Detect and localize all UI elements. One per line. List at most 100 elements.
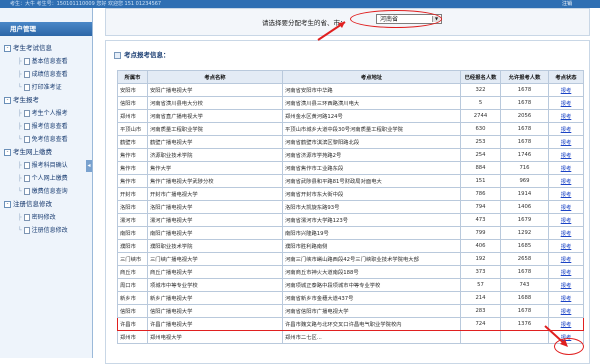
cell-city: 新乡市 (117, 291, 148, 305)
user-info-text: 考生：大牛 考生号：150101110009 您好 欢迎您 151 012345… (10, 1, 162, 7)
cell-city: 平顶山市 (117, 122, 148, 136)
cell-allowed (500, 330, 549, 344)
sidebar-item-exemption-info[interactable]: └ 免考信息查看 (4, 133, 92, 146)
sidebar-item-confirm-subjects[interactable]: ├ 报考科目确认 (4, 159, 92, 172)
sidebar-item-edit-registration[interactable]: └ 注册信息修改 (4, 224, 92, 237)
sidebar-group-label: 注册信息修改 (13, 200, 52, 208)
cell-address: 郑州金水区黄河路124号 (282, 109, 461, 123)
register-link[interactable]: 报考 (548, 161, 584, 175)
sidebar-item-registration-info[interactable]: ├ 报考信息查看 (4, 120, 92, 133)
folder-box-icon: - (4, 44, 11, 52)
table-header-row: 所属市 考点名称 考点地址 已经报名人数 允许报考人数 考点状态 (117, 70, 584, 84)
cell-address: 平顶山市城乡大道中段30号河南质量工程职业学院 (282, 122, 461, 136)
sidebar-item-scores[interactable]: ├ 成绩信息查看 (4, 68, 92, 81)
register-link[interactable]: 报考 (548, 252, 584, 266)
sidebar-item-personal-registration[interactable]: ├ 考生个人报考 (4, 107, 92, 120)
table-row: 安阳市 安阳广播电视大学 河南省安阳市中华路 322 1678 报考 (117, 83, 584, 97)
sidebar-item-label: 报考科目确认 (31, 162, 68, 169)
cell-allowed: 1746 (500, 148, 549, 162)
document-icon (23, 214, 30, 221)
register-link[interactable]: 报考 (548, 291, 584, 305)
sidebar-item-label: 注册信息修改 (31, 227, 68, 234)
register-link[interactable]: 报考 (548, 265, 584, 279)
register-link[interactable]: 报考 (548, 83, 584, 97)
table-row: 濮阳市 濮阳职业技术学院 濮阳市胜利路南侧 406 1685 报考 (117, 239, 584, 253)
sidebar-item-online-payment[interactable]: ├ 个人网上缴费 (4, 172, 92, 185)
sidebar-item-label: 成绩信息查看 (31, 71, 68, 78)
register-link[interactable]: 报考 (548, 148, 584, 162)
table-row: 南阳市 南阳广播电视大学 南阳市兴隆路19号 799 1292 报考 (117, 226, 584, 240)
sidebar-item-password[interactable]: ├ 密码修改 (4, 211, 92, 224)
sidebar-group-exam-info[interactable]: - 考生考试信息 (4, 42, 92, 55)
table-row: 洛阳市 洛阳广播电视大学 洛阳市大凯旋东路93号 794 1406 报考 (117, 200, 584, 214)
cell-city: 安阳市 (117, 83, 148, 97)
cell-registered: 724 (460, 317, 501, 331)
cell-registered: 799 (460, 226, 501, 240)
sidebar-group-payment[interactable]: - 考生网上缴费 (4, 146, 92, 159)
document-icon (23, 110, 30, 117)
collapse-toggle-icon[interactable]: ◂ (86, 160, 92, 172)
cell-allowed: 2658 (500, 252, 549, 266)
province-selector-label: 请选择要分配考生的省、市： (262, 19, 347, 27)
register-link[interactable]: 报考 (548, 226, 584, 240)
col-header-allowed: 允许报考人数 (500, 70, 549, 84)
table-row: 平顶山市 河南质量工程职业学院 平顶山市城乡大道中段30号河南质量工程职业学院 630… (117, 122, 584, 136)
sidebar: 用户管理 - 考生考试信息 ├ 基本信息查看 ├ 成绩信息查看 └ 打印准考证 - 考生报… (0, 8, 93, 358)
col-header-site-name: 考点名称 (147, 70, 283, 84)
document-icon (23, 136, 30, 143)
table-row: 焦作市 焦作广播电视大学武陟分校 河南省武陟县和平路81号财政局对面电大 151 969… (117, 174, 584, 188)
cell-city: 许昌市 (117, 317, 148, 331)
table-row: 周口市 项城市中等专业学校 河南项城正泰路中段项城市中等专业学校 57 743 报考 (117, 278, 584, 292)
cell-registered (460, 330, 501, 344)
sidebar-group-registration[interactable]: - 考生报考 (4, 94, 92, 107)
folder-box-icon: - (4, 96, 11, 104)
cell-allowed: 1678 (500, 304, 549, 318)
sidebar-group-label: 考生考试信息 (13, 44, 52, 52)
cell-city: 三门峡市 (117, 252, 148, 266)
cell-allowed: 1685 (500, 239, 549, 253)
cell-address: 洛阳市大凯旋东路93号 (282, 200, 461, 214)
cell-address: 河南省鹤壁市淇滨区黎阳路北段 (282, 135, 461, 149)
sidebar-group-account[interactable]: - 注册信息修改 (4, 198, 92, 211)
register-link[interactable]: 报考 (548, 109, 584, 123)
cell-address: 河南省开封市东大街中段 (282, 187, 461, 201)
table-row: 漯河市 漯河广播电视大学 河南省漯河市大学路123号 473 1679 报考 (117, 213, 584, 227)
register-link[interactable]: 报考 (548, 135, 584, 149)
cell-site-name: 安阳广播电视大学 (147, 83, 283, 97)
register-link[interactable]: 报考 (548, 96, 584, 110)
sidebar-item-basic-info[interactable]: ├ 基本信息查看 (4, 55, 92, 68)
cell-registered: 786 (460, 187, 501, 201)
register-link[interactable]: 报考 (548, 200, 584, 214)
table-row: 许昌市 许昌广播电视大学 许昌市魏文路与北环交叉口许昌电气职业学院校内 724 1376… (117, 317, 584, 331)
sidebar-item-label: 考生个人报考 (31, 110, 68, 117)
logout-link[interactable]: 注销 (552, 0, 572, 8)
register-link[interactable]: 报考 (548, 317, 584, 331)
sidebar-item-print-admission[interactable]: └ 打印准考证 (4, 81, 92, 94)
sidebar-item-payment-query[interactable]: └ 缴费信息查询 (4, 185, 92, 198)
register-link[interactable]: 报考 (548, 239, 584, 253)
cell-city: 濮阳市 (117, 239, 148, 253)
cell-site-name: 漯河广播电视大学 (147, 213, 283, 227)
cell-allowed: 1688 (500, 291, 549, 305)
cell-site-name: 洛阳广播电视大学 (147, 200, 283, 214)
document-icon (23, 188, 30, 195)
cell-registered: 151 (460, 174, 501, 188)
register-link[interactable]: 报考 (548, 122, 584, 136)
cell-site-name: 三门峡广播电视大学 (147, 252, 283, 266)
cell-site-name: 济源职业技术学院 (147, 148, 283, 162)
cell-address: 河南省安阳市中华路 (282, 83, 461, 97)
annotation-ring-register (554, 338, 584, 355)
register-link[interactable]: 报考 (548, 304, 584, 318)
register-link[interactable]: 报考 (548, 278, 584, 292)
cell-allowed: 1678 (500, 135, 549, 149)
document-icon (23, 175, 30, 182)
register-link[interactable]: 报考 (548, 187, 584, 201)
cell-allowed: 1678 (500, 122, 549, 136)
cell-address: 郑州市二七区... (282, 330, 461, 344)
cell-registered: 373 (460, 265, 501, 279)
register-link[interactable]: 报考 (548, 213, 584, 227)
sidebar-item-label: 密码修改 (31, 214, 56, 221)
cell-city: 郑州市 (117, 330, 148, 344)
document-icon (23, 71, 30, 78)
register-link[interactable]: 报考 (548, 174, 584, 188)
